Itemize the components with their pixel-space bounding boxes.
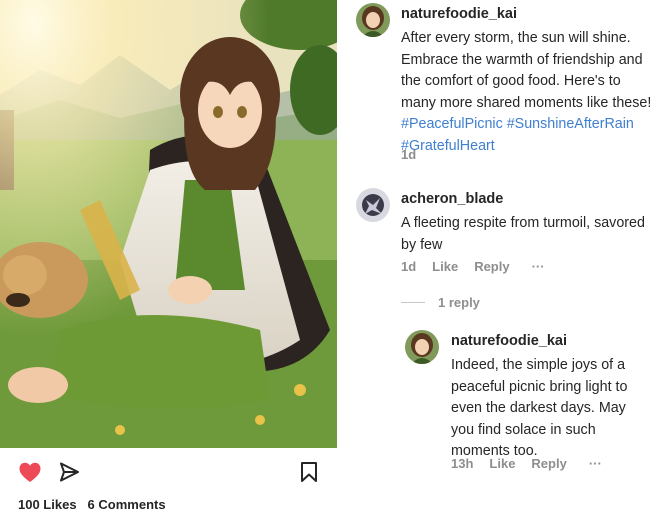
caption-text: After every storm, the sun will shine. E… [401,28,656,157]
view-replies-toggle[interactable]: 1 reply [401,295,480,310]
comment-reply-button[interactable]: Reply [474,259,509,274]
reply-more-icon[interactable]: ··· [589,456,602,471]
avatar[interactable] [356,188,390,222]
comment-more-icon[interactable]: ··· [532,259,545,274]
reply-text: Indeed, the simple joys of a peaceful pi… [451,357,628,459]
comment-username[interactable]: acheron_blade [401,191,503,207]
comment-meta: 1d Like Reply ··· [401,259,545,274]
caption-time: 1d [401,147,417,162]
reply-reply-button[interactable]: Reply [531,456,566,471]
post-illustration [0,0,337,448]
caption-meta: 1d [401,147,416,162]
caption-body: After every storm, the sun will shine. E… [401,30,652,111]
avatar[interactable] [356,3,390,37]
likes-count[interactable]: 100 Likes [18,497,77,512]
post-stats: 100 Likes 6 Comments [18,497,166,512]
comment-text: A fleeting respite from turmoil, savored… [401,215,645,253]
post-image[interactable] [0,0,337,448]
reply-like-button[interactable]: Like [489,456,515,471]
post-action-bar: 100 Likes 6 Comments [0,448,337,513]
hashtag-link[interactable]: #SunshineAfterRain [507,116,634,132]
replies-toggle-label: 1 reply [438,295,480,310]
comment-time: 1d [401,259,417,274]
bookmark-icon[interactable] [296,459,322,485]
comments-count[interactable]: 6 Comments [88,497,166,512]
avatar[interactable] [405,330,439,364]
reply-username[interactable]: naturefoodie_kai [451,333,567,349]
hashtag-link[interactable]: #PeacefulPicnic [401,116,503,132]
send-icon[interactable] [56,459,82,485]
comment-like-button[interactable]: Like [432,259,458,274]
caption-username[interactable]: naturefoodie_kai [401,6,517,22]
heart-icon[interactable] [17,459,43,485]
replies-divider [401,302,425,303]
reply-meta: 13h Like Reply ··· [451,456,602,471]
comments-panel: naturefoodie_kai After every storm, the … [337,0,660,513]
reply-time: 13h [451,456,474,471]
